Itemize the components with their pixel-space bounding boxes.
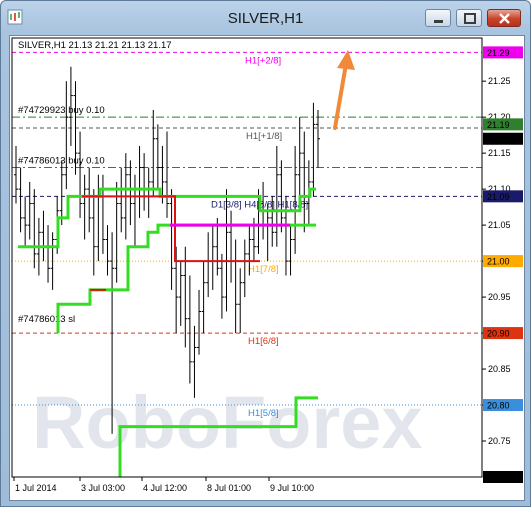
ohlc-bar (169, 189, 174, 290)
x-tick-label: 9 Jul 10:00 (270, 483, 314, 493)
ohlc-bar (87, 167, 92, 233)
price-label-text: 20.90 (487, 329, 510, 339)
ohlc-bar (238, 268, 243, 334)
ohlc-bar (82, 174, 87, 240)
y-tick-label: 20.85 (488, 364, 511, 374)
ohlc-bar (59, 160, 64, 226)
order-label: #74729923 buy 0.10 (18, 105, 105, 116)
ohlc-bar (288, 225, 293, 276)
y-tick-label: 21.15 (488, 148, 511, 158)
ohlc-bar (27, 181, 32, 240)
price-label-text: 21.00 (487, 257, 510, 267)
ohlc-bar (119, 167, 124, 233)
ohlc-bar (316, 109, 320, 168)
ohlc-bar (151, 109, 156, 197)
ohlc-bar (187, 275, 192, 384)
ohlc-bar (210, 225, 215, 290)
x-tick-label: 1 Jul 2014 (15, 483, 57, 493)
ohlc-bar (165, 131, 169, 218)
order-label: #74786013 sl (18, 314, 75, 325)
maximize-button[interactable] (456, 9, 482, 27)
level-label: H1[+1/8] (246, 131, 282, 142)
close-icon (499, 13, 510, 24)
ohlc-bar (64, 81, 69, 190)
ohlc-bar (23, 196, 28, 247)
ohlc-bar (178, 261, 183, 326)
ohlc-bar (146, 167, 151, 218)
ohlc-bar (233, 239, 238, 334)
roboforex-watermark: RoboForex (32, 381, 423, 464)
ohlc-bar (242, 239, 247, 298)
level-label: H1[+2/8] (245, 55, 281, 66)
ohlc-bar (132, 174, 137, 247)
x-tick-label: 8 Jul 01:00 (207, 483, 251, 493)
close-button[interactable] (487, 9, 521, 27)
price-label-text: 21.29 (487, 48, 510, 58)
level-label: H1[6/8] (248, 336, 279, 347)
ohlc-bar (32, 189, 37, 269)
y-tick-label: 20.95 (488, 292, 511, 302)
ohlc-bar (297, 117, 302, 197)
price-label-text: 21.17 (487, 134, 510, 144)
ohlc-bar (78, 131, 83, 218)
trend-arrow-head (337, 50, 355, 70)
maximize-icon (464, 13, 476, 24)
ohlc-bar (91, 189, 96, 276)
title-bar[interactable]: SILVER,H1 (1, 1, 530, 35)
ohlc-bar (219, 253, 224, 319)
ohlc-bar (137, 145, 142, 218)
ohlc-bar (302, 131, 307, 233)
ohlc-bar (201, 261, 206, 334)
ohlc-bar (41, 210, 46, 262)
x-tick-label: 4 Jul 12:00 (143, 483, 187, 493)
price-label-text: 21.19 (487, 120, 510, 130)
ohlc-bar (155, 124, 160, 190)
x-tick-label: 3 Jul 03:00 (81, 483, 125, 493)
price-label-text: 20.80 (487, 401, 510, 411)
trend-arrow-shaft (333, 62, 348, 130)
level-label: H1[5/8] (248, 408, 279, 419)
ohlc-bar (105, 225, 110, 276)
chart-window: SILVER,H1 RoboForex H1[+2/8] H1[+1/8] D1[3… (0, 0, 531, 507)
ohlc-bar (128, 160, 133, 226)
minimize-button[interactable] (425, 9, 451, 27)
minimize-icon (434, 20, 443, 23)
price-label-text: 20.70 (487, 473, 510, 483)
ohlc-bar (142, 153, 147, 211)
ohlc-bar (18, 167, 23, 233)
chart-header: SILVER,H1 21.13 21.21 21.13 21.17 (18, 40, 172, 51)
level-label: H1[7/8] (248, 264, 279, 275)
price-chart[interactable]: RoboForex H1[+2/8]H1[+1/8]D1[3/8] H4[8/8… (10, 36, 524, 500)
ohlc-bar (229, 210, 234, 283)
y-tick-label: 21.25 (488, 76, 511, 86)
ohlc-bar (46, 225, 51, 283)
ohlc-bar (197, 289, 202, 355)
price-label-text: 21.09 (487, 192, 510, 202)
ohlc-bar (100, 174, 105, 254)
y-tick-label: 21.05 (488, 220, 511, 230)
ohlc-bar (206, 232, 211, 298)
chart-area[interactable]: RoboForex H1[+2/8] H1[+1/8] D1[3/8] H4[8/8… (9, 35, 525, 501)
y-tick-label: 20.75 (488, 436, 511, 446)
